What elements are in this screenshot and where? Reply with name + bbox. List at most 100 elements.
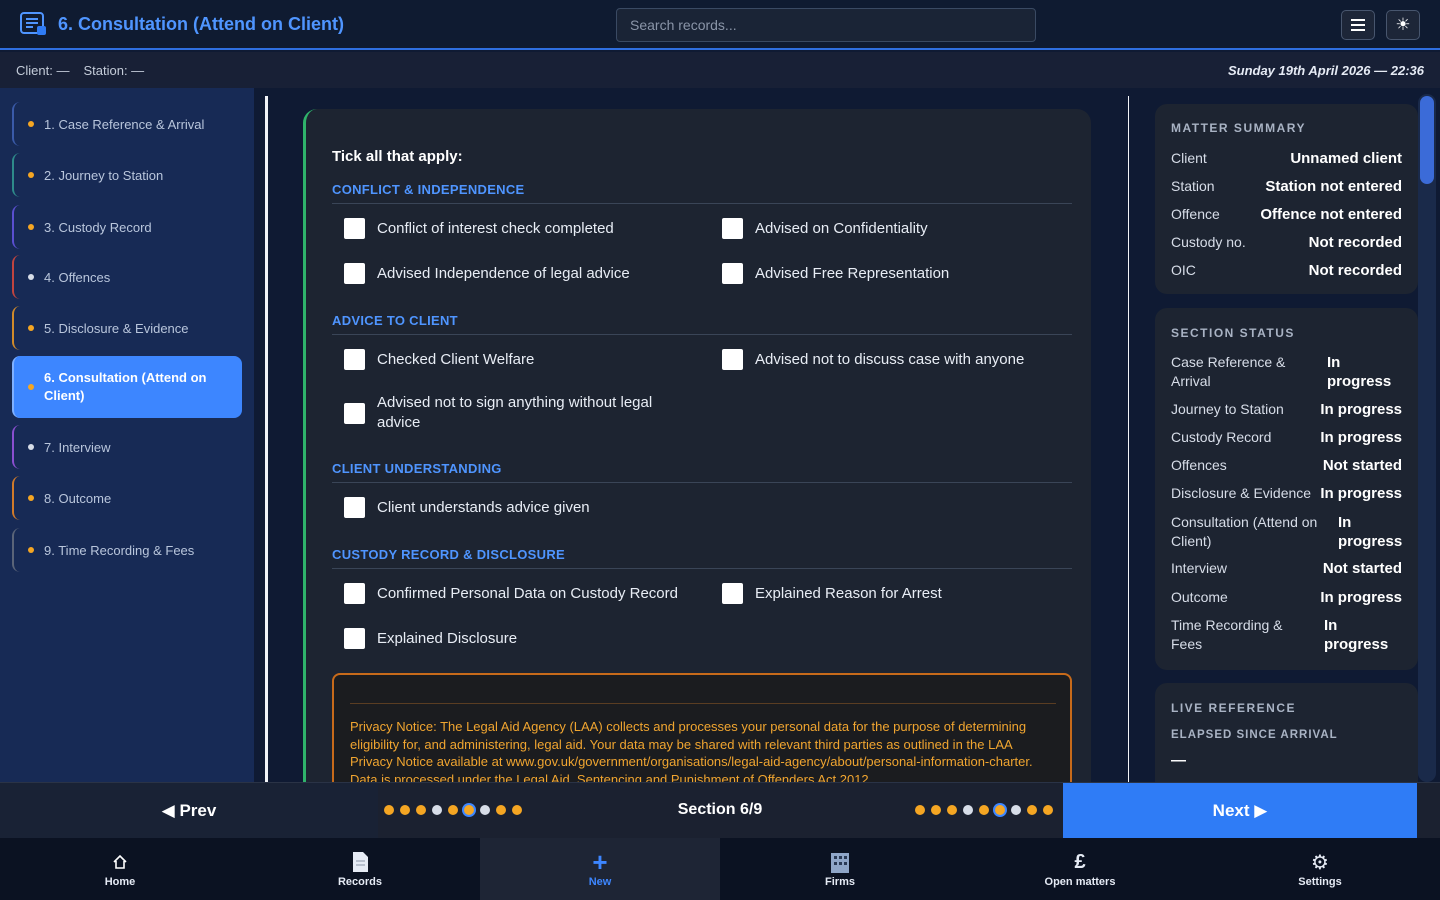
progress-dot[interactable] xyxy=(963,805,973,815)
nav-open-matters[interactable]: £ Open matters xyxy=(960,838,1200,900)
progress-dot[interactable] xyxy=(1011,805,1021,815)
checkbox-reason-arrest[interactable]: Explained Reason for Arrest xyxy=(722,583,942,604)
progress-dot[interactable] xyxy=(947,805,957,815)
progress-dot[interactable] xyxy=(915,805,925,815)
progress-dot[interactable] xyxy=(1043,805,1053,815)
sidebar-item-time-recording[interactable]: 9. Time Recording & Fees xyxy=(12,528,242,572)
checkbox-box[interactable] xyxy=(722,263,743,284)
sidebar-item-label: 3. Custody Record xyxy=(44,219,152,235)
status-value: In progress xyxy=(1320,589,1402,606)
section-heading-understanding: CLIENT UNDERSTANDING xyxy=(332,461,1072,483)
progress-dot[interactable] xyxy=(384,805,394,815)
checkbox-box[interactable] xyxy=(344,349,365,370)
progress-dot[interactable] xyxy=(400,805,410,815)
nav-label: Home xyxy=(104,876,136,888)
checkbox-not-sign[interactable]: Advised not to sign anything without leg… xyxy=(344,393,674,433)
elapsed-label: ELAPSED SINCE ARRIVAL xyxy=(1171,729,1338,741)
right-scrollbar[interactable] xyxy=(1418,94,1436,782)
app-menu-icon[interactable] xyxy=(20,12,48,36)
checkbox-label: Advised Free Representation xyxy=(755,265,950,282)
progress-dot[interactable] xyxy=(979,805,989,815)
progress-dot[interactable] xyxy=(995,805,1005,815)
checkbox-box[interactable] xyxy=(344,583,365,604)
nav-label: Firms xyxy=(825,876,855,888)
progress-dot[interactable] xyxy=(931,805,941,815)
checkbox-free-representation[interactable]: Advised Free Representation xyxy=(722,263,949,284)
nav-home[interactable]: Home xyxy=(0,838,240,900)
theme-toggle-button[interactable]: ☀ xyxy=(1386,10,1420,40)
hamburger-icon xyxy=(1351,19,1365,31)
checkbox-disclosure[interactable]: Explained Disclosure xyxy=(344,628,517,649)
summary-label: Custody no. xyxy=(1171,234,1246,250)
checkbox-independence[interactable]: Advised Independence of legal advice xyxy=(344,263,630,284)
live-reference-panel: LIVE REFERENCE ELAPSED SINCE ARRIVAL — xyxy=(1155,683,1418,782)
progress-dot[interactable] xyxy=(464,805,474,815)
consultation-card: Tick all that apply: CONFLICT & INDEPEND… xyxy=(303,109,1091,782)
status-label: Consultation (Attend on Client) xyxy=(1171,514,1318,549)
sidebar-item-case-reference[interactable]: 1. Case Reference & Arrival xyxy=(12,102,242,146)
status-dot xyxy=(28,495,34,501)
checkbox-box[interactable] xyxy=(344,497,365,518)
checkbox-understands-advice[interactable]: Client understands advice given xyxy=(344,497,590,518)
progress-dot[interactable] xyxy=(1027,805,1037,815)
progress-dot[interactable] xyxy=(496,805,506,815)
nav-label: Records xyxy=(337,876,383,888)
checkbox-label: Advised not to sign anything without leg… xyxy=(377,394,653,431)
sidebar-item-consultation[interactable]: 6. Consultation (Attend on Client) xyxy=(12,356,242,418)
progress-dot[interactable] xyxy=(480,805,490,815)
menu-button[interactable] xyxy=(1341,10,1375,40)
nav-new[interactable]: + New xyxy=(480,838,720,900)
checkbox-personal-data[interactable]: Confirmed Personal Data on Custody Recor… xyxy=(344,583,678,604)
checkbox-label: Advised not to discuss case with anyone xyxy=(755,351,1025,368)
nav-firms[interactable]: Firms xyxy=(720,838,960,900)
page-title: 6. Consultation (Attend on Client) xyxy=(58,14,344,34)
checkbox-box[interactable] xyxy=(344,402,365,424)
nav-label: Settings xyxy=(1298,876,1342,888)
progress-dot[interactable] xyxy=(512,805,522,815)
sidebar-item-journey[interactable]: 2. Journey to Station xyxy=(12,153,242,197)
progress-dot[interactable] xyxy=(448,805,458,815)
divider xyxy=(265,96,268,782)
client-info: Client: — xyxy=(16,63,70,78)
checkbox-label: Conflict of interest check completed xyxy=(377,220,614,237)
sidebar-item-custody-record[interactable]: 3. Custody Record xyxy=(12,205,242,249)
checkbox-box[interactable] xyxy=(722,349,743,370)
right-panel: MATTER SUMMARY Client Unnamed client Sta… xyxy=(1138,88,1432,782)
checkbox-box[interactable] xyxy=(344,218,365,239)
progress-dot[interactable] xyxy=(416,805,426,815)
checkbox-box[interactable] xyxy=(344,628,365,649)
checkbox-box[interactable] xyxy=(344,263,365,284)
checkbox-confidentiality[interactable]: Advised on Confidentiality xyxy=(722,218,928,239)
nav-records[interactable]: Records xyxy=(240,838,480,900)
summary-value: Offence not entered xyxy=(1260,206,1402,223)
prev-button[interactable]: ◀ Prev xyxy=(0,783,378,839)
summary-label: Offence xyxy=(1171,206,1220,222)
status-label: Offences xyxy=(1171,457,1227,473)
checkbox-box[interactable] xyxy=(722,583,743,604)
checkbox-label: Explained Reason for Arrest xyxy=(755,585,942,602)
next-button[interactable]: Next ▶ xyxy=(1063,783,1417,839)
status-label: Time Recording & Fees xyxy=(1171,617,1283,652)
checkbox-label: Advised on Confidentiality xyxy=(755,220,928,237)
progress-dot[interactable] xyxy=(432,805,442,815)
sidebar-item-outcome[interactable]: 8. Outcome xyxy=(12,476,242,520)
sidebar-item-offences[interactable]: 4. Offences xyxy=(12,255,242,299)
summary-label: OIC xyxy=(1171,262,1196,278)
checkbox-client-welfare[interactable]: Checked Client Welfare xyxy=(344,349,534,370)
scrollbar-thumb[interactable] xyxy=(1420,96,1434,184)
sidebar-item-label: 2. Journey to Station xyxy=(44,167,164,183)
nav-label: Open matters xyxy=(1044,876,1116,888)
sidebar-item-disclosure[interactable]: 5. Disclosure & Evidence xyxy=(12,306,242,350)
checkbox-box[interactable] xyxy=(722,218,743,239)
checkbox-not-discuss[interactable]: Advised not to discuss case with anyone xyxy=(722,349,1024,370)
section-heading-advice: ADVICE TO CLIENT xyxy=(332,313,1072,335)
status-dot xyxy=(28,547,34,553)
divider xyxy=(350,703,1056,704)
sidebar-item-interview[interactable]: 7. Interview xyxy=(12,425,242,469)
nav-settings[interactable]: ⚙ Settings xyxy=(1200,838,1440,900)
search-input[interactable] xyxy=(616,8,1036,42)
checkbox-label: Advised Independence of legal advice xyxy=(377,265,630,282)
plus-icon: + xyxy=(592,846,608,877)
checkbox-conflict-check[interactable]: Conflict of interest check completed xyxy=(344,218,614,239)
status-value: Not started xyxy=(1322,457,1402,474)
